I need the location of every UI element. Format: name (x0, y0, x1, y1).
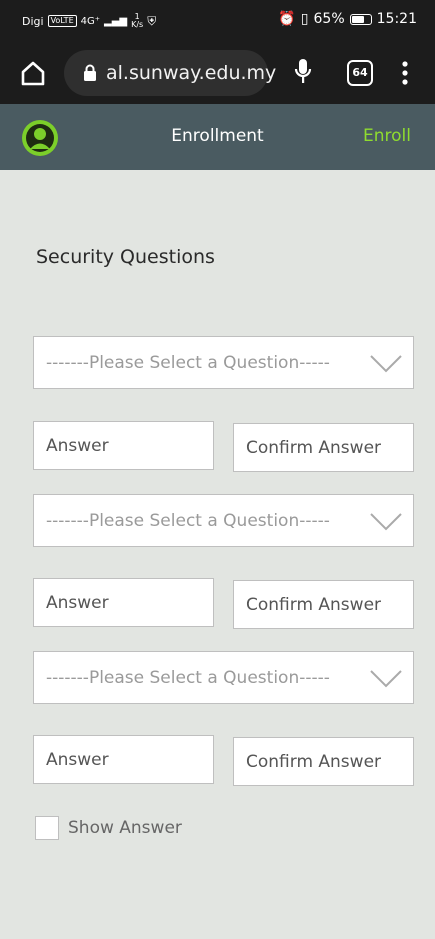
more-menu-icon[interactable] (402, 60, 408, 86)
shield-icon: ⛨ (147, 13, 157, 28)
alarm-icon: ⏰ (278, 11, 296, 27)
show-answer-checkbox[interactable] (35, 816, 59, 840)
status-left: Digi VoLTE 4G⁺ ▂▄▆ 1 K/s ⛨ (22, 13, 156, 29)
lock-icon (84, 64, 96, 81)
clock: 15:21 (376, 11, 417, 27)
question-select-placeholder: -------Please Select a Question----- (46, 511, 330, 531)
battery-icon (349, 13, 372, 25)
answer-input-2[interactable] (33, 578, 214, 627)
network-label: 4G⁺ (80, 15, 101, 27)
app-header: Enrollment Enroll (0, 104, 435, 170)
section-title: Security Questions (36, 246, 215, 268)
question-select-placeholder: -------Please Select a Question----- (46, 353, 330, 373)
show-answer-toggle[interactable]: Show Answer (35, 816, 182, 840)
signal-icon: ▂▄▆ (104, 15, 128, 27)
url-text[interactable]: al.sunway.edu.my (106, 62, 276, 84)
confirm-answer-input-1[interactable] (233, 423, 414, 472)
confirm-answer-input-3[interactable] (233, 737, 414, 786)
volte-badge: VoLTE (47, 15, 77, 27)
address-bar[interactable]: al.sunway.edu.my (64, 50, 276, 96)
carrier-label: Digi (22, 14, 44, 28)
microphone-icon[interactable] (294, 57, 312, 87)
chevron-down-icon (370, 670, 402, 688)
chevron-down-icon (370, 513, 402, 531)
tab-switcher-button[interactable]: 64 (347, 60, 373, 86)
question-select-1[interactable]: -------Please Select a Question----- (33, 336, 414, 389)
show-answer-label: Show Answer (68, 818, 182, 838)
question-select-placeholder: -------Please Select a Question----- (46, 668, 330, 688)
battery-percent: 65% (313, 11, 345, 27)
home-icon[interactable] (20, 60, 46, 86)
chevron-down-icon (370, 355, 402, 373)
question-select-2[interactable]: -------Please Select a Question----- (33, 494, 414, 547)
status-right: ⏰ ▯ 65% 15:21 (278, 11, 417, 27)
speed-unit: K/s (131, 20, 144, 29)
answer-input-1[interactable] (33, 421, 214, 470)
vibrate-icon: ▯ (300, 11, 309, 27)
network-speed: 1 K/s (131, 13, 143, 29)
question-select-3[interactable]: -------Please Select a Question----- (33, 651, 414, 704)
confirm-answer-input-2[interactable] (233, 580, 414, 629)
answer-input-3[interactable] (33, 735, 214, 784)
status-bar: Digi VoLTE 4G⁺ ▂▄▆ 1 K/s ⛨ ⏰ ▯ 65% 15:21 (0, 0, 435, 44)
enroll-button[interactable]: Enroll (363, 126, 411, 146)
browser-toolbar: al.sunway.edu.my 64 (0, 44, 435, 104)
